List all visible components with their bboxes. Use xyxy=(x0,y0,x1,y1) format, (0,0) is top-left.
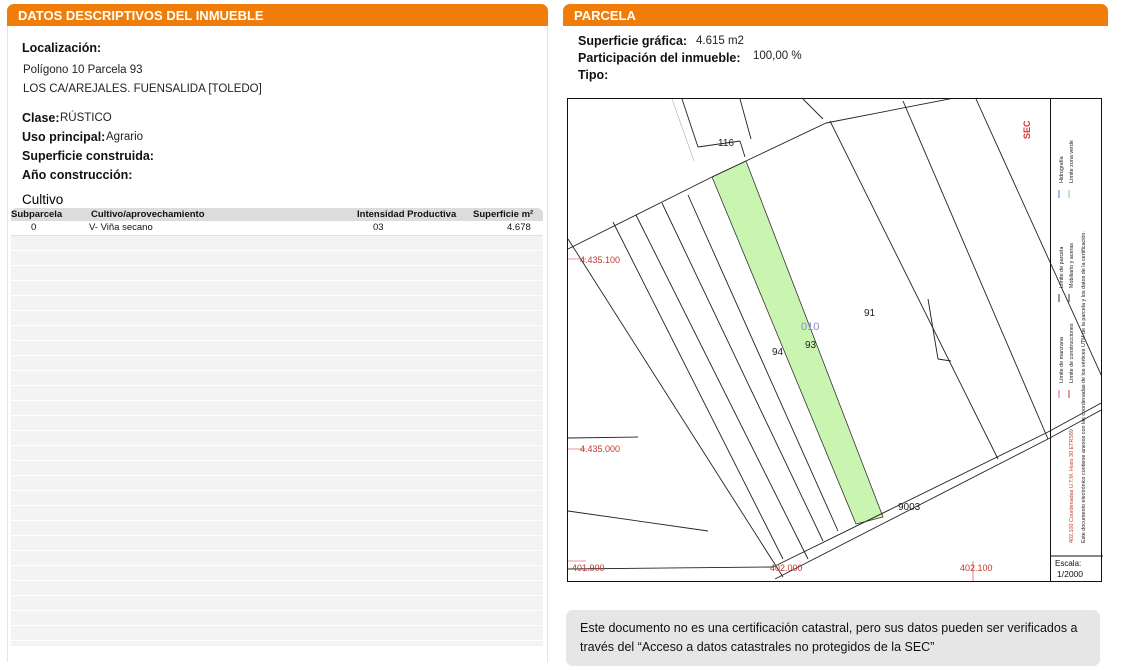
coord-y-lower: 4.435.000 xyxy=(580,444,620,454)
table-empty-row xyxy=(11,641,543,646)
coord-x-mid: 402.000 xyxy=(770,563,803,573)
table-empty-row xyxy=(11,461,543,476)
table-empty-row xyxy=(11,581,543,596)
legend-mobiliario: Mobiliario y aceras xyxy=(1069,243,1075,288)
table-empty-row xyxy=(11,611,543,626)
table-empty-rows xyxy=(11,236,543,646)
map-label-94: 94 xyxy=(772,347,784,358)
tipo-label: Tipo: xyxy=(578,68,609,82)
participacion-value: 100,00 % xyxy=(753,50,802,62)
table-empty-row xyxy=(11,386,543,401)
coord-x-right: 402.100 xyxy=(960,563,993,573)
localizacion-label: Localización: xyxy=(22,41,102,55)
table-empty-row xyxy=(11,266,543,281)
superficie-grafica-value: 4.615 m2 xyxy=(696,35,744,47)
map-label-91: 91 xyxy=(864,308,876,319)
legend-limite-construcciones: Límite de construcciones xyxy=(1069,323,1075,383)
map-legend: Límite de manzana Límite de parcela Hidr… xyxy=(1050,98,1103,582)
legend-hidrografia: Hidrografía xyxy=(1059,156,1065,183)
right-panel-header: PARCELA xyxy=(563,4,1108,26)
legend-zona-verde: Límite zona verde xyxy=(1069,140,1075,183)
map-label-93: 93 xyxy=(805,340,817,351)
cell-superficie: 4.678 xyxy=(507,222,531,233)
map-label-9003: 9003 xyxy=(898,502,921,513)
left-panel-title: DATOS DESCRIPTIVOS DEL INMUEBLE xyxy=(18,8,264,23)
disclaimer-text: Este documento no es una certificación c… xyxy=(580,621,1078,654)
table-empty-row xyxy=(11,506,543,521)
superficie-grafica-label: Superficie gráfica: xyxy=(578,34,688,48)
table-empty-row xyxy=(11,251,543,266)
cell-subparcela: 0 xyxy=(31,222,37,233)
legend-limite-manzana: Límite de manzana xyxy=(1059,337,1065,383)
disclaimer-note: Este documento no es una certificación c… xyxy=(566,610,1100,666)
table-row: 0 V- Viña secano 03 4.678 xyxy=(11,221,543,236)
scale-value: 1/2000 xyxy=(1057,569,1083,579)
legend-note: Este documento electrónico contiene anex… xyxy=(1081,231,1087,543)
table-empty-row xyxy=(11,401,543,416)
table-empty-row xyxy=(11,311,543,326)
superficie-construida-label: Superficie construida: xyxy=(22,149,154,163)
uso-principal-label: Uso principal: xyxy=(22,130,106,144)
left-panel-header: DATOS DESCRIPTIVOS DEL INMUEBLE xyxy=(7,4,548,26)
col-header-subparcela: Subparcela xyxy=(11,209,63,220)
table-empty-row xyxy=(11,296,543,311)
table-empty-row xyxy=(11,551,543,566)
table-header: Subparcela Cultivo/aprovechamiento Inten… xyxy=(11,208,543,221)
clase-value: RÚSTICO xyxy=(60,112,112,124)
cell-cultivo: V- Viña secano xyxy=(89,222,153,233)
cultivo-title: Cultivo xyxy=(22,192,64,207)
clase-label: Clase: xyxy=(22,111,60,125)
map-label-010: 010 xyxy=(801,321,819,333)
table-empty-row xyxy=(11,566,543,581)
table-empty-row xyxy=(11,416,543,431)
address-line-2: LOS CA/AREJALES. FUENSALIDA [TOLEDO] xyxy=(23,83,262,95)
cell-intensidad: 03 xyxy=(373,222,384,233)
table-empty-row xyxy=(11,236,543,251)
col-header-intensidad: Intensidad Productiva xyxy=(357,209,457,220)
table-empty-row xyxy=(11,431,543,446)
table-empty-row xyxy=(11,371,543,386)
cultivo-table: Subparcela Cultivo/aprovechamiento Inten… xyxy=(11,208,543,646)
table-empty-row xyxy=(11,356,543,371)
table-empty-row xyxy=(11,626,543,641)
scale-label: Escala: xyxy=(1055,559,1081,568)
table-empty-row xyxy=(11,446,543,461)
table-empty-row xyxy=(11,281,543,296)
table-empty-row xyxy=(11,521,543,536)
map-label-116: 116 xyxy=(718,138,734,149)
uso-principal-value: Agrario xyxy=(106,131,144,143)
address-line-1: Polígono 10 Parcela 93 xyxy=(23,64,143,76)
legend-limite-parcela: Límite de parcela xyxy=(1059,247,1065,288)
table-empty-row xyxy=(11,491,543,506)
sec-logo-icon: SEC xyxy=(1022,120,1032,139)
participacion-label: Participación del inmueble: xyxy=(578,51,741,65)
col-header-cultivo: Cultivo/aprovechamiento xyxy=(91,209,205,220)
legend-coordinates: 402,100 Coordenadas U.T.M. Huso 30 ETRS8… xyxy=(1069,429,1075,543)
svg-text:SEC: SEC xyxy=(1022,120,1032,139)
table-empty-row xyxy=(11,326,543,341)
col-header-superficie: Superficie m² xyxy=(473,209,534,220)
parcel-boundaries xyxy=(568,99,1101,580)
coord-y-upper: 4.435.100 xyxy=(580,255,620,265)
table-empty-row xyxy=(11,536,543,551)
table-empty-row xyxy=(11,341,543,356)
anio-construccion-label: Año construcción: xyxy=(22,168,133,182)
right-panel-title: PARCELA xyxy=(574,8,636,23)
map-svg: 116 91 94 93 010 9003 4.435.100 4.435.00… xyxy=(568,99,1101,581)
table-empty-row xyxy=(11,476,543,491)
cadastral-map: 116 91 94 93 010 9003 4.435.100 4.435.00… xyxy=(567,98,1102,582)
table-empty-row xyxy=(11,596,543,611)
coord-x-left: 401.900 xyxy=(572,563,605,573)
